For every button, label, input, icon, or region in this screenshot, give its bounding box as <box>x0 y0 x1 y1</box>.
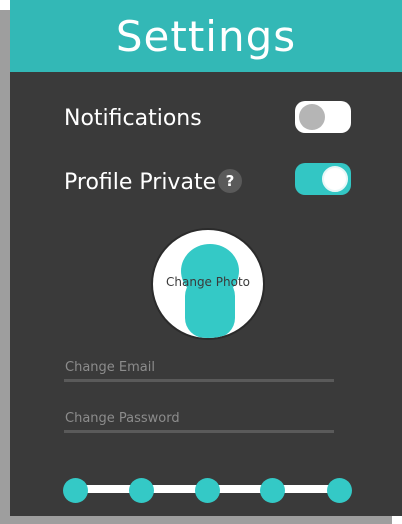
notifications-toggle[interactable] <box>295 101 351 133</box>
notifications-label: Notifications <box>64 106 202 131</box>
stepper-step-4[interactable] <box>260 478 285 503</box>
toggle-knob <box>322 166 348 192</box>
stepper-step-2[interactable] <box>129 478 154 503</box>
profile-private-label: Profile Private <box>64 170 217 195</box>
profile-private-toggle[interactable] <box>295 163 351 195</box>
email-field[interactable] <box>64 356 334 382</box>
stepper-step-1[interactable] <box>63 478 88 503</box>
header-bar: Settings <box>10 0 402 72</box>
stepper-step-5[interactable] <box>327 478 352 503</box>
change-photo-button[interactable]: Change Photo <box>151 228 265 340</box>
stepper-step-3[interactable] <box>195 478 220 503</box>
toggle-knob <box>299 104 325 130</box>
password-field[interactable] <box>64 407 334 433</box>
settings-panel: Settings Notifications Profile Private ?… <box>10 0 402 516</box>
page-title: Settings <box>115 11 297 61</box>
help-icon[interactable]: ? <box>218 169 242 193</box>
change-photo-label: Change Photo <box>166 275 250 289</box>
